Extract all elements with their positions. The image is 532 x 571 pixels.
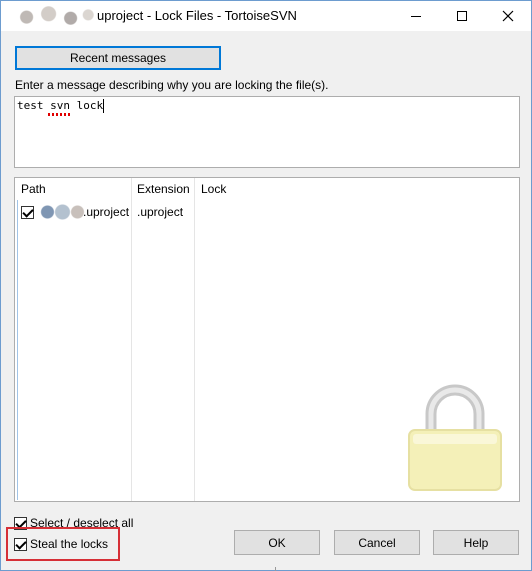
column-header-extension[interactable]: Extension [131,178,195,200]
row-checkbox[interactable] [21,206,34,219]
lock-files-dialog: uproject - Lock Files - TortoiseSVN Rece… [0,0,532,571]
title-bar[interactable]: uproject - Lock Files - TortoiseSVN [1,1,531,31]
minimize-icon [411,15,421,17]
column-header-path[interactable]: Path [15,178,131,200]
row-extension: .uproject [137,205,184,219]
row-path: .uproject [83,205,130,219]
recent-messages-button[interactable]: Recent messages [15,46,221,70]
steal-locks-label: Steal the locks [30,537,109,551]
minimize-button[interactable] [393,1,439,31]
steal-locks-checkbox-row[interactable]: Steal the locks [14,536,108,552]
lock-message-text: test svn lock [17,99,104,112]
maximize-button[interactable] [439,1,485,31]
steal-locks-checkbox[interactable] [14,537,27,551]
column-header-lock[interactable]: Lock [195,178,395,200]
padlock-icon [408,384,502,491]
app-icon [9,5,97,27]
text-caret [103,99,104,113]
file-icon [35,204,85,220]
row-focus-line [17,200,18,500]
help-button[interactable]: Help [433,530,519,555]
resize-grip[interactable] [275,567,276,571]
cancel-button[interactable]: Cancel [334,530,420,555]
file-list[interactable]: Path Extension Lock .uproject .uproject [14,177,520,502]
maximize-icon [457,11,467,21]
close-icon [502,10,514,22]
column-divider[interactable] [131,178,132,501]
table-row[interactable]: .uproject .uproject [15,204,519,222]
close-button[interactable] [485,1,531,31]
message-prompt-label: Enter a message describing why you are l… [15,78,329,92]
spellcheck-underline [48,113,70,116]
lock-message-input[interactable]: test svn lock [14,96,520,168]
ok-button[interactable]: OK [234,530,320,555]
file-list-header: Path Extension Lock [15,178,519,200]
window-title: uproject - Lock Files - TortoiseSVN [97,8,297,23]
column-divider[interactable] [194,178,195,501]
